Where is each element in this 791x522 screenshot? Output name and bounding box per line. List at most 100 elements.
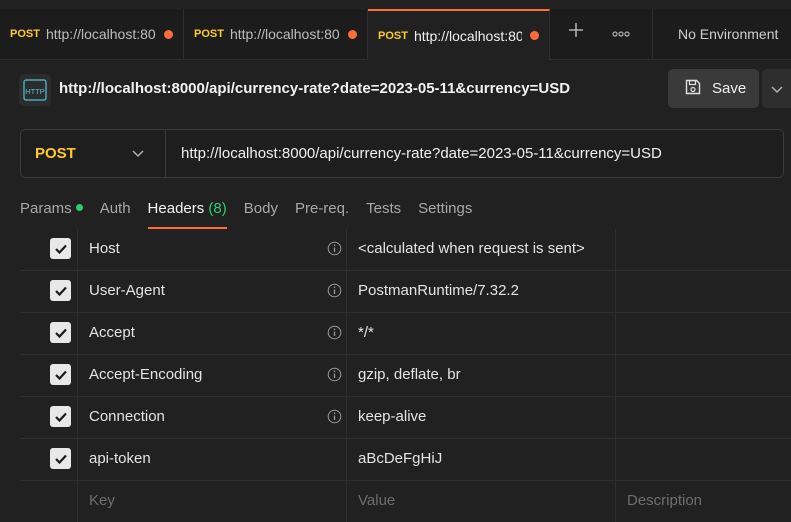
method-value: POST [35, 145, 76, 162]
table-row: Accept-Encoding gzip, deflate, br [20, 355, 791, 397]
params-indicator-dot-icon [75, 203, 83, 211]
http-request-icon: HTTP [19, 74, 51, 106]
tab-settings-label: Settings [418, 200, 473, 217]
request-tab-active[interactable]: POST http://localhost:8000/api/currency-… [368, 9, 550, 60]
table-row: Connection keep-alive [20, 397, 791, 439]
tab-settings[interactable]: Settings [418, 197, 472, 229]
environment-selector[interactable]: No Environment [652, 9, 791, 59]
header-checkbox[interactable] [50, 364, 71, 385]
save-icon [684, 78, 702, 100]
header-description-cell[interactable] [615, 229, 791, 270]
tab-params[interactable]: Params [20, 197, 83, 229]
save-button[interactable]: Save [668, 69, 759, 108]
table-row: User-Agent PostmanRuntime/7.32.2 [20, 271, 791, 313]
tab-bar: POST http://localhost:8000/api/currency-… [0, 0, 791, 67]
header-value-cell[interactable]: PostmanRuntime/7.32.2 [346, 271, 616, 312]
header-key-cell[interactable]: Host [77, 229, 347, 270]
http-icon-label: HTTP [25, 87, 45, 96]
new-description-input[interactable]: Description [615, 481, 791, 522]
request-tab[interactable]: POST http://localhost:8000/api/currency-… [184, 9, 368, 59]
unsaved-dot-icon [348, 29, 357, 39]
header-value: gzip, deflate, br [358, 366, 461, 383]
header-value-cell[interactable]: keep-alive [346, 397, 616, 438]
tab-body[interactable]: Body [244, 197, 278, 229]
header-value: aBcDeFgHiJ [358, 450, 443, 467]
new-tab-plus-icon[interactable] [563, 20, 589, 46]
row-checkbox-cell [20, 229, 78, 270]
header-key-cell[interactable]: api-token [77, 439, 347, 480]
header-value: */* [358, 324, 374, 341]
request-url-bar: POST http://localhost:8000/api/currency-… [20, 129, 784, 178]
header-key: Connection [89, 408, 165, 425]
header-key: api-token [89, 450, 151, 467]
row-checkbox-cell [20, 313, 78, 354]
tab-method: POST [194, 28, 224, 40]
tab-prereq[interactable]: Pre-req. [295, 197, 349, 229]
save-options-chevron-down-icon[interactable] [762, 69, 791, 108]
header-value-cell[interactable]: <calculated when request is sent> [346, 229, 616, 270]
tab-prereq-label: Pre-req. [294, 200, 350, 217]
table-row: Accept */* [20, 313, 791, 355]
unsaved-dot-icon [164, 29, 173, 39]
header-checkbox[interactable] [50, 448, 71, 469]
tab-tests[interactable]: Tests [366, 197, 401, 229]
header-key: Host [89, 240, 120, 257]
header-description-cell[interactable] [615, 397, 791, 438]
header-key-cell[interactable]: Accept-Encoding [77, 355, 347, 396]
row-checkbox-cell [20, 355, 78, 396]
header-value: <calculated when request is sent> [358, 240, 585, 257]
header-value: PostmanRuntime/7.32.2 [358, 282, 519, 299]
header-value-cell[interactable]: gzip, deflate, br [346, 355, 616, 396]
tab-headers[interactable]: Headers (8) [147, 197, 227, 229]
header-key-cell[interactable]: Accept [77, 313, 347, 354]
header-value-cell[interactable]: aBcDeFgHiJ [346, 439, 616, 480]
tab-url: http://localhost:8000/api/currency-rate?… [413, 27, 523, 44]
header-key: Accept [89, 324, 135, 341]
unsaved-dot-icon [530, 31, 539, 40]
info-icon[interactable] [327, 367, 342, 382]
tab-url: http://localhost:8000/api/currency-rate?… [45, 26, 156, 42]
headers-count: (8) [208, 200, 227, 217]
header-checkbox[interactable] [50, 322, 71, 343]
row-checkbox-cell [20, 439, 78, 480]
table-row: api-token aBcDeFgHiJ [20, 439, 791, 481]
new-value-input[interactable]: Value [346, 481, 616, 522]
tab-auth-label: Auth [99, 200, 131, 217]
more-tabs-ellipsis-icon[interactable] [607, 20, 635, 46]
info-icon[interactable] [327, 325, 342, 340]
header-description-cell[interactable] [615, 355, 791, 396]
header-checkbox[interactable] [50, 238, 71, 259]
tab-tests-label: Tests [366, 200, 402, 217]
row-checkbox-cell [20, 481, 78, 522]
request-subtabs: Params Auth Headers (8) Body Pre-req. Te… [20, 197, 489, 229]
description-placeholder: Description [627, 492, 703, 509]
header-description-cell[interactable] [615, 313, 791, 354]
tab-method: POST [10, 28, 40, 40]
info-icon[interactable] [327, 283, 342, 298]
request-title[interactable]: http://localhost:8000/api/currency-rate?… [59, 80, 570, 97]
chevron-down-icon [131, 145, 145, 163]
header-description-cell[interactable] [615, 271, 791, 312]
info-icon[interactable] [327, 241, 342, 256]
header-key-cell[interactable]: Connection [77, 397, 347, 438]
header-key-cell[interactable]: User-Agent [77, 271, 347, 312]
header-value: keep-alive [358, 408, 427, 425]
value-placeholder: Value [358, 492, 396, 509]
info-icon[interactable] [327, 409, 342, 424]
header-checkbox[interactable] [50, 280, 71, 301]
tab-method: POST [378, 29, 408, 42]
new-key-input[interactable]: Key [77, 481, 347, 522]
tab-headers-label: Headers [147, 200, 205, 217]
tab-auth[interactable]: Auth [100, 197, 131, 229]
request-tab[interactable]: POST http://localhost:8000/api/currency-… [0, 9, 184, 59]
url-input[interactable]: http://localhost:8000/api/currency-rate?… [181, 145, 662, 162]
header-value-cell[interactable]: */* [346, 313, 616, 354]
environment-label: No Environment [678, 26, 779, 42]
tab-body-label: Body [243, 200, 278, 217]
method-select[interactable]: POST [21, 130, 166, 177]
tab-url: http://localhost:8000/api/currency-rate?… [229, 26, 340, 42]
row-checkbox-cell [20, 397, 78, 438]
headers-table: Host <calculated when request is sent> U… [20, 229, 791, 522]
header-checkbox[interactable] [50, 406, 71, 427]
header-description-cell[interactable] [615, 439, 791, 480]
